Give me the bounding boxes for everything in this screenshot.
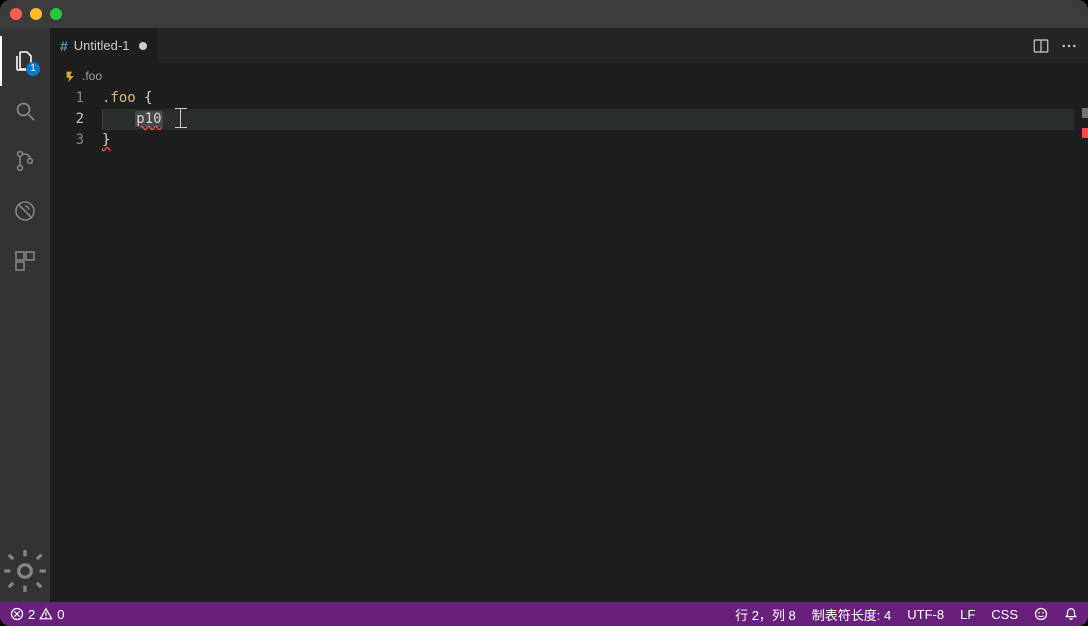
code-line[interactable]: .foo { xyxy=(102,88,1088,109)
window-zoom-button[interactable] xyxy=(50,8,62,20)
line-number: 2 xyxy=(50,109,84,130)
tab-untitled-1[interactable]: # Untitled-1 xyxy=(50,28,158,63)
status-feedback[interactable] xyxy=(1034,607,1048,621)
traffic-lights xyxy=(10,8,62,20)
tabs-row: # Untitled-1 xyxy=(50,28,1088,64)
extensions-icon xyxy=(13,249,37,273)
code-content[interactable]: .foo { p10 } xyxy=(102,88,1088,602)
editor-group: # Untitled-1 .foo 1 xyxy=(50,28,1088,602)
css-file-icon: # xyxy=(60,38,68,54)
code-line[interactable]: p10 xyxy=(102,109,1084,130)
status-eol[interactable]: LF xyxy=(960,607,975,622)
warning-icon xyxy=(39,607,53,621)
window-minimize-button[interactable] xyxy=(30,8,42,20)
warning-count: 0 xyxy=(57,607,64,622)
status-left: 2 0 xyxy=(10,607,64,622)
line-number: 3 xyxy=(50,130,84,151)
source-control-icon xyxy=(13,149,37,173)
indent-guide xyxy=(102,109,110,130)
breadcrumb[interactable]: .foo xyxy=(50,64,1088,88)
breadcrumb-item: .foo xyxy=(82,69,102,83)
editor-actions xyxy=(1022,28,1088,63)
more-actions-icon[interactable] xyxy=(1060,37,1078,55)
error-icon xyxy=(10,607,24,621)
bell-icon xyxy=(1064,607,1078,621)
window-close-button[interactable] xyxy=(10,8,22,20)
status-language[interactable]: CSS xyxy=(991,607,1018,622)
activity-settings[interactable] xyxy=(0,546,50,596)
activity-explorer[interactable]: 1 xyxy=(0,36,50,86)
overview-error-mark xyxy=(1082,128,1088,138)
error-count: 2 xyxy=(28,607,35,622)
split-editor-icon[interactable] xyxy=(1032,37,1050,55)
code-token: p10 xyxy=(135,111,162,127)
title-bar[interactable] xyxy=(0,0,1088,28)
code-token: } xyxy=(102,132,110,148)
code-editor[interactable]: 1 2 3 .foo { p10 } xyxy=(50,88,1088,602)
status-cursor-position[interactable]: 行 2，列 8 xyxy=(735,605,796,624)
activity-search[interactable] xyxy=(0,86,50,136)
activity-extensions[interactable] xyxy=(0,236,50,286)
line-number: 1 xyxy=(50,88,84,109)
code-line[interactable]: } xyxy=(102,130,1088,151)
activity-bar: 1 xyxy=(0,28,50,602)
status-bar: 2 0 行 2，列 8 制表符长度: 4 UTF-8 LF CSS xyxy=(0,602,1088,626)
app-window: 1 # Untitled-1 xyxy=(0,0,1088,626)
search-icon xyxy=(13,99,37,123)
status-indentation[interactable]: 制表符长度: 4 xyxy=(812,605,891,624)
overview-cursor-mark xyxy=(1082,108,1088,118)
overview-ruler[interactable] xyxy=(1074,88,1088,602)
smiley-icon xyxy=(1034,607,1048,621)
activity-source-control[interactable] xyxy=(0,136,50,186)
status-encoding[interactable]: UTF-8 xyxy=(907,607,944,622)
status-notifications[interactable] xyxy=(1064,607,1078,621)
tab-label: Untitled-1 xyxy=(74,38,130,53)
main-row: 1 # Untitled-1 xyxy=(0,28,1088,602)
line-gutter: 1 2 3 xyxy=(50,88,102,602)
debug-icon xyxy=(13,199,37,223)
text-cursor-icon xyxy=(175,108,187,128)
css-rule-icon xyxy=(64,69,78,83)
dirty-indicator-icon xyxy=(139,42,147,50)
activity-debug[interactable] xyxy=(0,186,50,236)
gear-icon xyxy=(0,546,50,596)
status-problems[interactable]: 2 0 xyxy=(10,607,64,622)
status-right: 行 2，列 8 制表符长度: 4 UTF-8 LF CSS xyxy=(735,605,1078,624)
explorer-badge: 1 xyxy=(26,62,40,76)
